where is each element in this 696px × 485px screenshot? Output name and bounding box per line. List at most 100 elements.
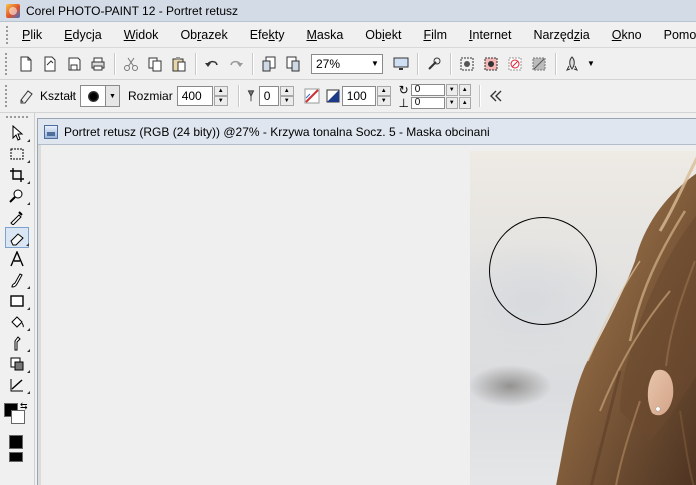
toolbox: ⇆ bbox=[0, 113, 35, 485]
options-button[interactable] bbox=[423, 53, 445, 75]
export-icon bbox=[286, 56, 300, 71]
toolbox-grip[interactable] bbox=[6, 116, 28, 120]
text-tool[interactable] bbox=[5, 248, 29, 269]
size-increase-button[interactable]: ▲ bbox=[213, 86, 228, 96]
feather-increase-button[interactable]: ▲ bbox=[279, 86, 294, 96]
zoom-level-select[interactable]: 27% ▼ bbox=[311, 53, 383, 74]
reset-tool-button[interactable] bbox=[485, 85, 507, 107]
feather-input[interactable]: 0 bbox=[258, 86, 279, 106]
copy-button[interactable] bbox=[144, 53, 166, 75]
image-canvas[interactable] bbox=[38, 145, 696, 485]
feather-spinbox[interactable]: 0 ▲ ▼ bbox=[258, 86, 294, 106]
save-icon bbox=[68, 57, 81, 70]
flatten-input[interactable]: 0 bbox=[410, 96, 445, 109]
color-swatches[interactable]: ⇆ bbox=[2, 401, 32, 429]
flatten-increase-button[interactable]: ▲ bbox=[458, 96, 471, 109]
interactive-fill-tool[interactable] bbox=[5, 374, 30, 395]
fill-tool[interactable] bbox=[5, 311, 30, 332]
transparency-increase-button[interactable]: ▲ bbox=[376, 86, 391, 96]
print-button[interactable] bbox=[87, 53, 109, 75]
export-button[interactable] bbox=[282, 53, 304, 75]
cut-button[interactable] bbox=[120, 53, 142, 75]
chevron-down-icon[interactable]: ▼ bbox=[106, 85, 121, 107]
size-spinbox[interactable]: 400 ▲ ▼ bbox=[176, 86, 228, 106]
clone-brush-icon bbox=[14, 335, 21, 350]
eraser-tool-indicator bbox=[15, 85, 37, 107]
portrait-hair-image bbox=[556, 156, 696, 485]
eraser-tool[interactable] bbox=[5, 227, 29, 248]
invert-mask-button[interactable] bbox=[528, 53, 550, 75]
undo-icon bbox=[205, 60, 218, 67]
print-icon bbox=[91, 57, 105, 70]
menu-pomoc[interactable]: Pomoc bbox=[656, 28, 696, 42]
toolbar-grip[interactable] bbox=[5, 52, 9, 75]
remove-mask-button[interactable] bbox=[504, 53, 526, 75]
menu-internet[interactable]: Internet bbox=[461, 28, 519, 42]
menu-plik[interactable]: Plik bbox=[14, 28, 50, 42]
portrait-photo[interactable] bbox=[470, 151, 696, 485]
menu-okno[interactable]: Okno bbox=[604, 28, 650, 42]
eyedropper-tool[interactable] bbox=[5, 206, 29, 227]
launcher-icon bbox=[566, 55, 578, 71]
menu-edycja[interactable]: Edycja bbox=[56, 28, 110, 42]
invert-mask-icon bbox=[532, 57, 546, 70]
pick-tool[interactable] bbox=[5, 122, 30, 143]
menu-widok[interactable]: Widok bbox=[116, 28, 167, 42]
redo-button[interactable] bbox=[225, 53, 247, 75]
paintbrush-icon bbox=[11, 272, 23, 288]
transparency-decrease-button[interactable]: ▼ bbox=[376, 96, 391, 106]
brush-shape-picker[interactable] bbox=[80, 85, 107, 107]
double-chevron-left-icon bbox=[489, 90, 502, 102]
launcher-dropdown[interactable]: ▼ bbox=[585, 53, 597, 75]
menubar-grip[interactable] bbox=[6, 25, 8, 44]
undo-button[interactable] bbox=[201, 53, 223, 75]
rotate-increase-button[interactable]: ▲ bbox=[458, 83, 471, 96]
swap-colors-icon[interactable]: ⇆ bbox=[20, 401, 28, 412]
transparency-input[interactable]: 100 bbox=[341, 86, 376, 106]
menu-obrazek[interactable]: Obrazek bbox=[172, 28, 235, 42]
menu-maska[interactable]: Maska bbox=[298, 28, 351, 42]
flatten-dropdown[interactable]: ▼ bbox=[445, 96, 458, 109]
nib-feather-icon-button bbox=[244, 85, 258, 107]
transparency-icon-button bbox=[325, 85, 341, 107]
chevron-down-icon[interactable]: ▼ bbox=[368, 55, 382, 73]
launcher-button[interactable] bbox=[561, 53, 583, 75]
full-screen-preview-button[interactable] bbox=[390, 53, 412, 75]
document-titlebar[interactable]: Portret retusz (RGB (24 bity)) @27% - Kr… bbox=[38, 119, 696, 145]
anti-alias-button[interactable] bbox=[301, 85, 323, 107]
effect-tool[interactable] bbox=[5, 353, 30, 374]
menu-efekty[interactable]: Efekty bbox=[242, 28, 293, 42]
mask-rectangle-tool[interactable] bbox=[5, 143, 30, 164]
mask-overlay-button[interactable] bbox=[480, 53, 502, 75]
propbar-grip[interactable] bbox=[5, 85, 9, 107]
clone-tool[interactable] bbox=[5, 332, 30, 353]
mask-icon bbox=[460, 57, 474, 70]
crop-icon bbox=[10, 167, 24, 182]
feather-decrease-button[interactable]: ▼ bbox=[279, 96, 294, 106]
rotate-dropdown[interactable]: ▼ bbox=[445, 83, 458, 96]
scissors-icon bbox=[124, 57, 138, 71]
menu-narzedzia[interactable]: Narzędzia bbox=[525, 28, 597, 42]
rectangle-tool[interactable] bbox=[5, 290, 30, 311]
new-document-button[interactable] bbox=[15, 53, 37, 75]
paste-button[interactable] bbox=[168, 53, 190, 75]
copy-icon bbox=[148, 57, 162, 71]
import-button[interactable] bbox=[258, 53, 280, 75]
background-color-swatch[interactable] bbox=[11, 410, 25, 424]
crop-tool[interactable] bbox=[5, 164, 30, 185]
paint-tool[interactable] bbox=[5, 269, 30, 290]
transparency-spinbox[interactable]: 100 ▲ ▼ bbox=[341, 86, 391, 106]
size-input[interactable]: 400 bbox=[176, 86, 213, 106]
paint-fill-swatch[interactable] bbox=[9, 435, 23, 449]
paper-fill-swatch[interactable] bbox=[9, 452, 23, 462]
open-button[interactable] bbox=[39, 53, 61, 75]
save-button[interactable] bbox=[63, 53, 85, 75]
menu-obiekt[interactable]: Obiekt bbox=[357, 28, 409, 42]
zoom-tool[interactable] bbox=[5, 185, 30, 206]
wrench-icon bbox=[428, 57, 441, 70]
size-decrease-button[interactable]: ▼ bbox=[213, 96, 228, 106]
rotate-input[interactable]: 0 bbox=[410, 83, 445, 96]
shape-label: Kształt bbox=[40, 89, 77, 103]
create-mask-button[interactable] bbox=[456, 53, 478, 75]
menu-film[interactable]: Film bbox=[415, 28, 455, 42]
